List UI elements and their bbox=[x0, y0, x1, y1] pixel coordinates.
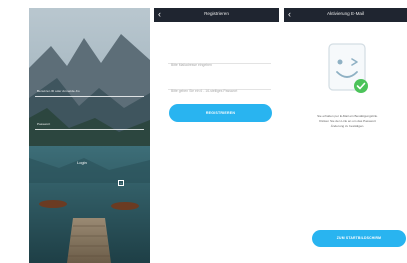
email-input[interactable] bbox=[168, 60, 271, 70]
envelope-smiley-check-icon bbox=[327, 42, 371, 98]
page-title: Registrieren bbox=[204, 11, 229, 16]
login-screen: Benutzer-ID oder Anmelde-Ko Passwort Log… bbox=[29, 8, 150, 263]
home-screen-button[interactable]: ZUM STARTBILDSCHIRM bbox=[312, 230, 406, 247]
username-field[interactable]: Benutzer-ID oder Anmelde-Ko bbox=[37, 89, 80, 93]
username-underline bbox=[35, 96, 144, 97]
email-field[interactable] bbox=[168, 53, 271, 70]
page-title: Aktivierung E-Mail bbox=[326, 11, 365, 16]
activation-screen: ‹ Aktivierung E-Mail Sie erhalten per E-… bbox=[284, 8, 407, 263]
square-arrow-icon[interactable]: › bbox=[118, 180, 124, 186]
password-field[interactable] bbox=[168, 79, 271, 96]
activation-message: Sie erhalten per E-Mail ein Bestätigungs… bbox=[292, 114, 403, 129]
register-button[interactable]: REGISTRIEREN bbox=[169, 104, 272, 122]
password-input[interactable] bbox=[168, 86, 271, 96]
login-button[interactable]: Login bbox=[77, 160, 87, 165]
register-header: ‹ Registrieren bbox=[154, 8, 279, 22]
password-underline bbox=[35, 129, 144, 130]
password-field[interactable]: Passwort bbox=[37, 122, 50, 126]
activation-header: ‹ Aktivierung E-Mail bbox=[284, 8, 407, 22]
lake-background-image bbox=[29, 8, 150, 263]
message-line: Änderung zu bestätigen. bbox=[330, 124, 365, 128]
register-screen: ‹ Registrieren REGISTRIEREN bbox=[154, 8, 279, 263]
